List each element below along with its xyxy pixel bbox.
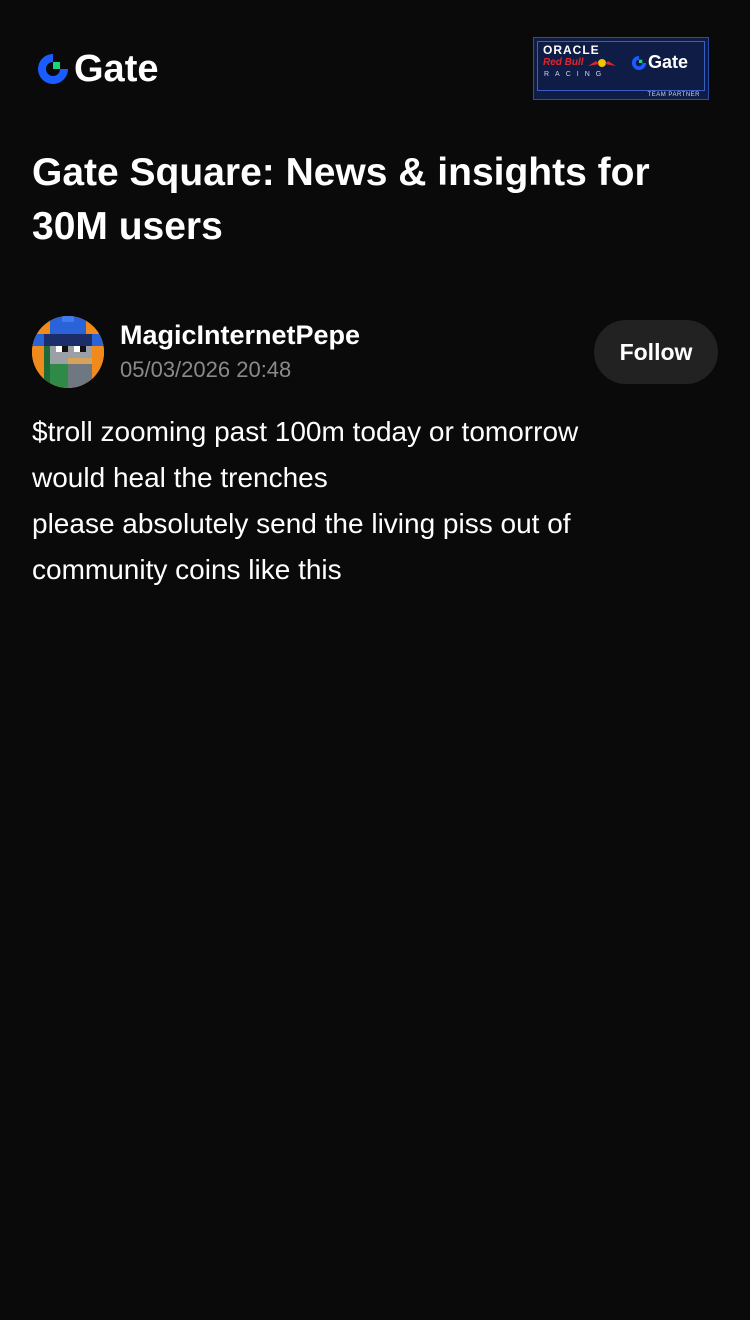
author-name[interactable]: MagicInternetPepe xyxy=(120,318,360,352)
badge-racing-text: RACING xyxy=(544,71,608,78)
badge-team-partner-text: TEAM PARTNER xyxy=(647,92,700,98)
pixel-art-avatar xyxy=(32,316,104,388)
site-header: Gate ORACLE Red Bull RACING Gate TEAM PA… xyxy=(0,0,750,130)
post-author-row: MagicInternetPepe 05/03/2026 20:48 Follo… xyxy=(32,316,718,388)
post-text-line: would heal the trenches xyxy=(32,462,328,493)
post-text-line: please absolutely send the living piss o… xyxy=(32,508,571,539)
page-title: Gate Square: News & insights for 30M use… xyxy=(32,151,650,248)
gate-logo[interactable]: Gate xyxy=(36,50,158,88)
badge-redbull-text: Red Bull xyxy=(543,57,584,68)
brand-wordmark: Gate xyxy=(74,48,159,90)
badge-gate-logo: Gate xyxy=(631,52,688,73)
post-timestamp: 05/03/2026 20:48 xyxy=(120,357,292,382)
badge-oracle-text: ORACLE xyxy=(543,43,600,57)
avatar[interactable] xyxy=(32,316,104,388)
badge-gate-text: Gate xyxy=(648,52,689,72)
badge-redbull: Red Bull xyxy=(543,57,617,68)
follow-button[interactable]: Follow xyxy=(594,320,718,384)
gate-logo-icon xyxy=(631,55,647,70)
gate-logo-icon xyxy=(38,54,68,84)
team-partner-badge[interactable]: ORACLE Red Bull RACING Gate TEAM PARTNER xyxy=(533,37,709,100)
post-body: $troll zooming past 100m today or tomorr… xyxy=(32,409,722,593)
post-text-line: community coins like this xyxy=(32,554,342,585)
redbull-bulls-icon xyxy=(587,58,616,67)
post-text-line: $troll zooming past 100m today or tomorr… xyxy=(32,416,579,447)
